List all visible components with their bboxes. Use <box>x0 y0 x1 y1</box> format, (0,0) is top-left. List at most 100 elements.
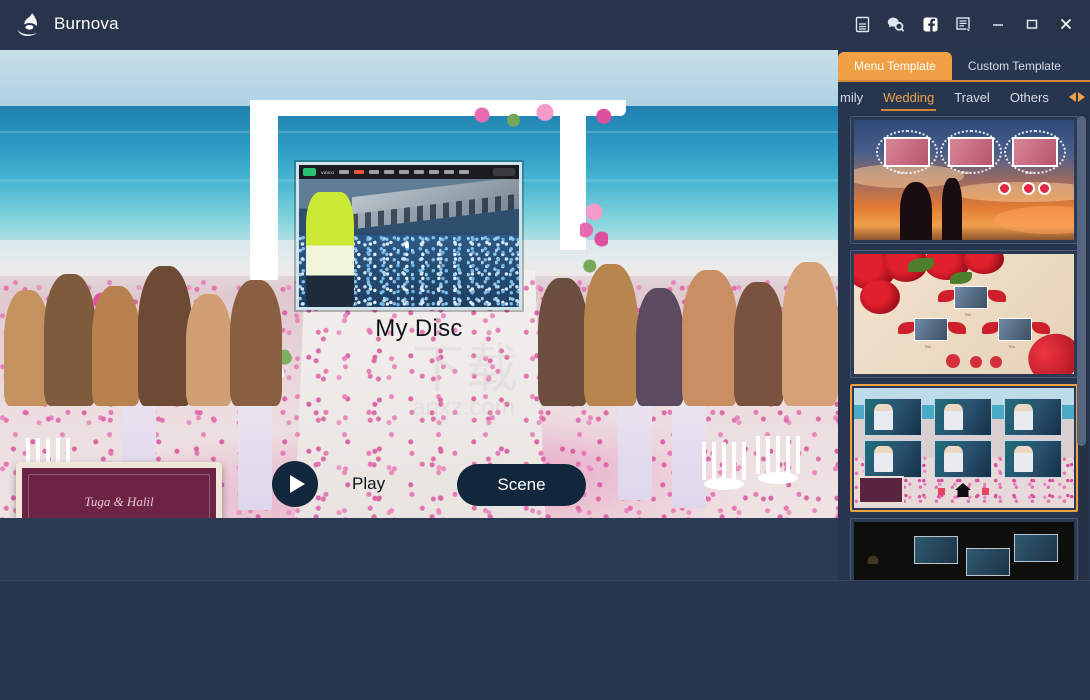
home-icon <box>954 482 972 503</box>
photo-frame-3 <box>1012 137 1058 167</box>
photo-cell-3 <box>1014 534 1058 562</box>
nav-item <box>444 170 455 174</box>
play-button[interactable] <box>272 461 318 507</box>
scene-button[interactable]: Scene <box>457 464 586 506</box>
minimize-icon[interactable] <box>984 10 1012 38</box>
template-dark-night[interactable] <box>850 518 1078 580</box>
template-list[interactable]: Title1 Title2 Title3 Title Title Title <box>838 114 1090 580</box>
template-red-roses[interactable]: Title Title Title <box>850 250 1078 378</box>
beach-background <box>854 388 1074 508</box>
play-triangle-icon <box>289 475 305 493</box>
nav-item <box>459 170 470 174</box>
menu-preview-canvas[interactable]: Tuga & Halil 下载 anxz.com VIDEO My Disc P… <box>0 50 838 518</box>
cloud <box>950 182 1074 202</box>
register-icon[interactable] <box>848 10 876 38</box>
thumbnail-site-header: VIDEO <box>299 165 519 179</box>
template-sunset-couple[interactable]: Title1 Title2 Title3 <box>850 116 1078 244</box>
photo-cell-2 <box>934 398 992 436</box>
menu-button-next <box>982 488 989 495</box>
rose <box>964 254 1004 274</box>
template-beach-grid[interactable] <box>850 384 1078 512</box>
play-label[interactable]: Play <box>352 474 385 494</box>
bride-silhouette <box>900 182 932 240</box>
video-thumbnail[interactable]: VIDEO <box>296 162 522 310</box>
close-icon[interactable] <box>1052 10 1080 38</box>
nav-item <box>384 170 395 174</box>
goalkeeper <box>305 192 354 307</box>
site-logo-text: VIDEO <box>321 169 335 175</box>
arch-flowers <box>440 102 650 128</box>
wing-right <box>948 322 966 334</box>
photo-frame-1 <box>954 286 988 309</box>
template-tabs: Menu Template Custom Template <box>838 52 1090 80</box>
app-title: Burnova <box>54 14 119 33</box>
feedback-icon[interactable] <box>882 10 910 38</box>
facebook-icon[interactable] <box>916 10 944 38</box>
category-wedding[interactable]: Wedding <box>873 90 944 111</box>
stadium-roof <box>351 179 519 230</box>
photo-cell-1 <box>914 536 958 564</box>
arrow-left-icon[interactable] <box>1069 92 1076 102</box>
wing-right <box>1032 322 1050 334</box>
sunset-sky: Title1 Title2 Title3 <box>854 120 1074 240</box>
menu-button-play <box>998 182 1011 195</box>
category-travel[interactable]: Travel <box>944 90 1000 105</box>
maximize-icon[interactable] <box>1018 10 1046 38</box>
template-thumbnail: Title1 Title2 Title3 <box>854 120 1074 240</box>
arrow-right-icon[interactable] <box>1078 92 1085 102</box>
menu-button-scene <box>1022 182 1035 195</box>
rose <box>860 280 900 314</box>
burnova-window: Burnova Tuga & Halil 下载 anxz.com VIDEO M… <box>0 0 1090 700</box>
bottom-options-panel: Add Background Music: ••• Loop Apply to … <box>0 580 1090 700</box>
frame-label-3: Title <box>1008 344 1016 349</box>
photo-cell-6 <box>1004 440 1062 478</box>
photo-cell-1 <box>864 398 922 436</box>
nav-item-active <box>354 170 365 174</box>
mouse-cursor-dot <box>404 243 409 249</box>
menu-icon[interactable] <box>950 10 978 38</box>
frame-label-2: Title <box>924 344 932 349</box>
template-thumbnail: Title Title Title <box>854 254 1074 374</box>
title-bar-actions <box>848 10 1090 38</box>
category-family[interactable]: mily <box>838 90 873 105</box>
sky <box>0 50 838 106</box>
welcome-sign <box>858 476 904 504</box>
photo-cell-2 <box>966 548 1010 576</box>
menu-button-home <box>946 354 960 368</box>
nav-item <box>429 170 440 174</box>
frame-label-1: Title1 <box>896 170 906 175</box>
photo-frame-1 <box>884 137 930 167</box>
photo-cell-5 <box>934 440 992 478</box>
template-category-tabs: mily Wedding Travel Others <box>838 82 1090 112</box>
template-panel: Menu Template Custom Template mily Weddi… <box>838 48 1090 580</box>
chair-2 <box>756 436 800 502</box>
nav-item <box>414 170 425 174</box>
welcome-sign: Tuga & Halil <box>16 462 222 518</box>
menu-button-prev <box>970 356 982 368</box>
photo-cell-3 <box>1004 398 1062 436</box>
leaf <box>950 272 972 284</box>
burnova-flame-logo-icon <box>14 9 44 39</box>
site-nav <box>339 170 470 174</box>
nav-item <box>399 170 410 174</box>
sign-text: Tuga & Halil <box>84 494 154 509</box>
menu-button-prev <box>938 488 945 495</box>
thumbnail-frame <box>299 179 519 307</box>
tab-custom-template[interactable]: Custom Template <box>952 52 1077 80</box>
disc-title[interactable]: My Disc <box>0 315 838 343</box>
template-scrollbar-track[interactable] <box>1077 114 1088 580</box>
tab-menu-template[interactable]: Menu Template <box>838 52 952 80</box>
template-scrollbar-thumb[interactable] <box>1077 116 1086 446</box>
menu-button-extra <box>1038 182 1051 195</box>
nav-item <box>369 170 380 174</box>
site-logo-icon <box>303 168 316 176</box>
category-others[interactable]: Others <box>1000 90 1059 105</box>
category-scroll-arrows[interactable] <box>1069 92 1090 102</box>
dark-background <box>854 522 1074 580</box>
site-search-box <box>493 168 515 176</box>
frame-label-2: Title2 <box>960 170 970 175</box>
menu-button-next <box>990 356 1002 368</box>
template-thumbnail <box>854 522 1074 580</box>
palm-tree <box>860 536 886 564</box>
photo-frame-3 <box>998 318 1032 341</box>
